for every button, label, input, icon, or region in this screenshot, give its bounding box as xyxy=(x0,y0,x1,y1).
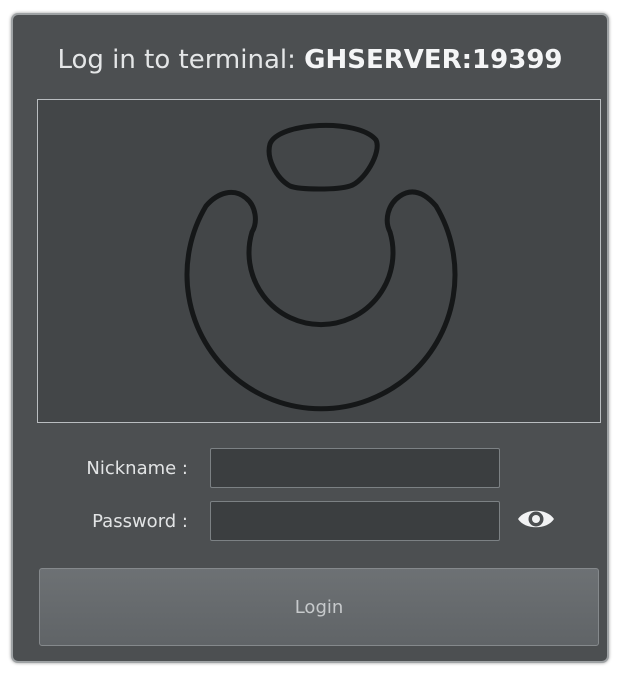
show-password-button[interactable] xyxy=(516,503,556,535)
app-logo-icon xyxy=(184,122,458,412)
nickname-field[interactable] xyxy=(210,448,500,488)
logo-cap-shape xyxy=(266,122,380,192)
login-dialog: Log in to terminal: GHSERVER:19399 Nickn… xyxy=(11,13,609,663)
terminal-name: GHSERVER:19399 xyxy=(304,45,563,75)
logo-panel xyxy=(37,99,601,423)
password-label: Password : xyxy=(92,511,188,532)
eye-icon xyxy=(518,510,554,528)
title-prefix: Log in to terminal: xyxy=(57,45,305,75)
login-button[interactable]: Login xyxy=(39,568,599,646)
dialog-title: Log in to terminal: GHSERVER:19399 xyxy=(13,45,607,75)
login-button-label: Login xyxy=(294,596,344,618)
logo-ring-shape xyxy=(184,189,458,412)
nickname-label: Nickname : xyxy=(86,458,188,479)
password-field[interactable] xyxy=(210,501,500,541)
